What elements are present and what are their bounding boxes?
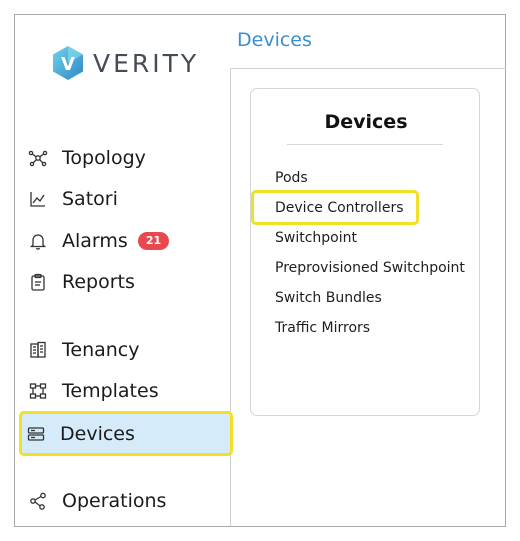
devices-menu-card: Devices Pods Device Controllers Switchpo… <box>250 88 480 416</box>
sidebar-item-satori[interactable]: Satori <box>28 183 118 215</box>
clipboard-icon <box>28 272 48 292</box>
share-icon <box>28 491 48 511</box>
sidebar-item-operations[interactable]: Operations <box>28 485 166 517</box>
topology-icon <box>28 148 48 168</box>
server-icon <box>26 424 46 444</box>
chart-icon <box>28 189 48 209</box>
logo-letter: V <box>61 54 75 75</box>
sidebar-item-tenancy[interactable]: Tenancy <box>28 334 139 366</box>
verity-logo[interactable]: V VERITY <box>52 45 199 81</box>
template-icon <box>28 381 48 401</box>
sidebar-item-label: Satori <box>62 188 118 210</box>
sidebar-item-label: Devices <box>60 423 135 445</box>
sidebar-item-topology[interactable]: Topology <box>28 142 146 174</box>
card-title: Devices <box>324 111 408 133</box>
menu-item-traffic-mirrors[interactable]: Traffic Mirrors <box>275 320 370 336</box>
building-icon <box>28 340 48 360</box>
sidebar-item-label: Operations <box>62 490 167 512</box>
page-title: Devices <box>237 29 312 51</box>
sidebar-item-label: Templates <box>62 380 159 402</box>
content-top-divider <box>230 68 506 69</box>
sidebar-item-reports[interactable]: Reports <box>28 266 135 298</box>
sidebar-item-label: Tenancy <box>62 339 140 361</box>
alarm-count-badge: 21 <box>137 232 170 250</box>
menu-item-switch-bundles[interactable]: Switch Bundles <box>275 290 382 306</box>
sidebar-item-templates[interactable]: Templates <box>28 375 159 407</box>
menu-item-preprovisioned-switchpoint[interactable]: Preprovisioned Switchpoint <box>275 260 465 276</box>
sidebar-item-alarms[interactable]: Alarms 21 <box>28 225 170 257</box>
menu-item-pods[interactable]: Pods <box>275 170 308 186</box>
sidebar-item-devices[interactable]: Devices <box>26 418 135 450</box>
bell-icon <box>28 231 48 251</box>
sidebar-item-label: Topology <box>62 147 146 169</box>
device-controllers-highlight <box>251 190 419 225</box>
sidebar-item-label: Reports <box>62 271 135 293</box>
card-divider <box>287 144 443 145</box>
sidebar-item-label: Alarms <box>62 230 128 252</box>
logo-text: VERITY <box>93 48 200 78</box>
sidebar-divider <box>230 68 231 526</box>
menu-item-switchpoint[interactable]: Switchpoint <box>275 230 357 246</box>
verity-logo-icon: V <box>53 46 83 80</box>
